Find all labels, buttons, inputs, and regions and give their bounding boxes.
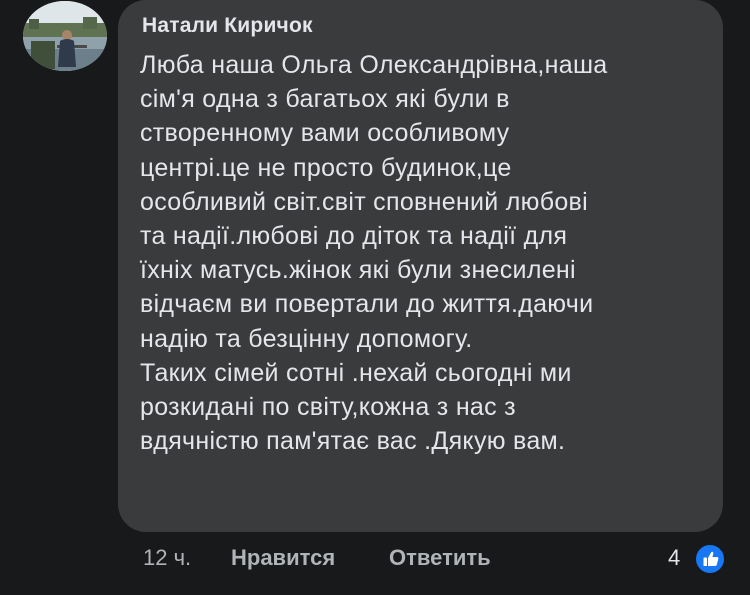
comment-text-line: створенному вами особливому	[140, 119, 510, 148]
author-avatar[interactable]	[23, 1, 107, 71]
avatar-photo	[23, 1, 107, 71]
comment-text-line: їхніх матусь.жінок які були знесилені	[140, 256, 576, 285]
comment-text-line: та надії.любові до діток та надії для	[140, 222, 568, 251]
comment-text-line: центрі.це не просто будинок,це	[140, 153, 512, 182]
comment-body: Люба наша Ольга Олександрівна,наша сім'я…	[140, 48, 715, 458]
comment-text-line: відчаєм ви повертали до життя.даючи	[140, 290, 594, 319]
comment-text-line: Люба наша Ольга Олександрівна,наша	[140, 51, 608, 79]
reaction-count[interactable]: 4	[668, 545, 680, 571]
comment-actions-bar: 12 ч. Нравится Ответить 4	[0, 543, 750, 577]
reply-button[interactable]: Ответить	[389, 545, 491, 571]
comment-text-line: сім'я одна з багатьох які були в	[140, 85, 510, 114]
comment-text-line: розкидані по світу,кожна з нас з	[140, 393, 516, 422]
thumbs-up-icon[interactable]	[694, 543, 726, 575]
thumbs-up-glyph	[703, 551, 719, 566]
comment-bubble: Натали Киричок Люба наша Ольга Олександр…	[118, 0, 723, 532]
like-button[interactable]: Нравится	[231, 545, 335, 571]
comment-text-line: Таких сімей сотні .нехай сьогодні ми	[140, 358, 572, 387]
comment-text-line: надію та безцінну допомогу.	[140, 324, 473, 353]
comment-text-line: вдячністю пам'ятає вас .Дякую вам.	[140, 427, 566, 456]
comment-text-line: особливий світ.світ сповнений любові	[140, 187, 588, 216]
comment-author-name[interactable]: Натали Киричок	[142, 14, 313, 38]
comment-timestamp[interactable]: 12 ч.	[143, 545, 191, 571]
